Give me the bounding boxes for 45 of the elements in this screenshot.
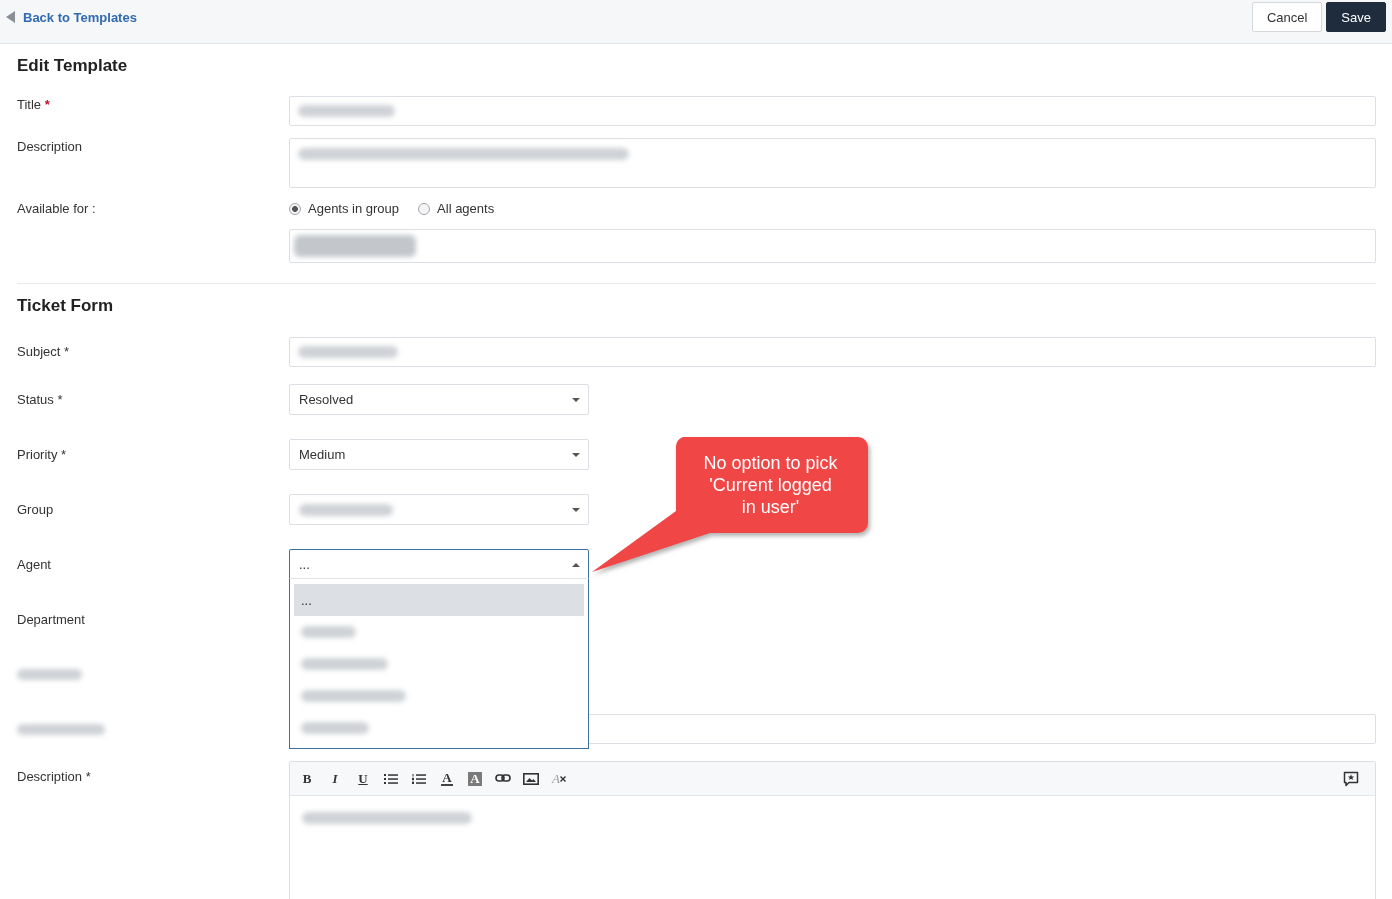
field-label: Available for : xyxy=(17,200,96,218)
caret-down-icon xyxy=(572,507,580,512)
dropdown-select[interactable] xyxy=(289,494,589,525)
caret-left-icon xyxy=(6,11,15,23)
field-label: Description xyxy=(17,138,83,156)
italic-button[interactable]: I xyxy=(321,766,349,791)
underline-button[interactable]: U xyxy=(349,766,377,791)
numbered-list-icon xyxy=(412,773,426,784)
dropdown-select[interactable]: Medium xyxy=(289,439,589,470)
image-icon xyxy=(523,772,539,785)
caret-up-icon xyxy=(572,562,580,567)
field-label: Agent xyxy=(17,555,51,574)
input-field[interactable] xyxy=(289,96,1376,126)
input-field[interactable] xyxy=(289,337,1376,367)
dropdown-select[interactable]: Resolved xyxy=(289,384,589,415)
textarea-field[interactable] xyxy=(289,138,1376,188)
speech-bubble-star-icon xyxy=(1343,770,1359,787)
x-icon xyxy=(559,775,566,782)
bulleted-list-icon xyxy=(384,773,398,784)
dropdown-option[interactable]: ... xyxy=(294,584,584,616)
highlight-button[interactable]: A xyxy=(461,766,489,791)
caret-down-icon xyxy=(572,452,580,457)
radio-label: All agents xyxy=(437,201,495,217)
save-button[interactable]: Save xyxy=(1326,2,1386,32)
field-label: Subject * xyxy=(17,343,70,361)
dropdown-select[interactable]: ... xyxy=(289,549,589,580)
field-label: Title * xyxy=(17,96,50,114)
section-heading: Edit Template xyxy=(17,56,129,76)
field-label: Status * xyxy=(17,390,63,409)
caret-down-icon xyxy=(572,397,580,402)
cancel-button[interactable]: Cancel xyxy=(1251,2,1323,32)
back-link[interactable]: Back to Templates xyxy=(6,2,137,32)
callout-text: No option to pick 'Current logged in user' xyxy=(702,452,839,519)
field-label: Group xyxy=(17,500,54,519)
text-color-button[interactable]: A xyxy=(433,766,461,791)
radio-button[interactable] xyxy=(289,203,301,215)
field-label: Department xyxy=(17,610,85,629)
radio-label: Agents in group xyxy=(308,201,400,217)
radio-button[interactable] xyxy=(418,203,431,215)
bold-button[interactable]: B xyxy=(293,766,321,791)
tag-input-field[interactable] xyxy=(289,229,1376,263)
section-heading: Ticket Form xyxy=(17,296,115,316)
field-label: Priority * xyxy=(17,445,67,464)
link-icon xyxy=(495,774,511,783)
field-label: Description * xyxy=(17,768,91,786)
